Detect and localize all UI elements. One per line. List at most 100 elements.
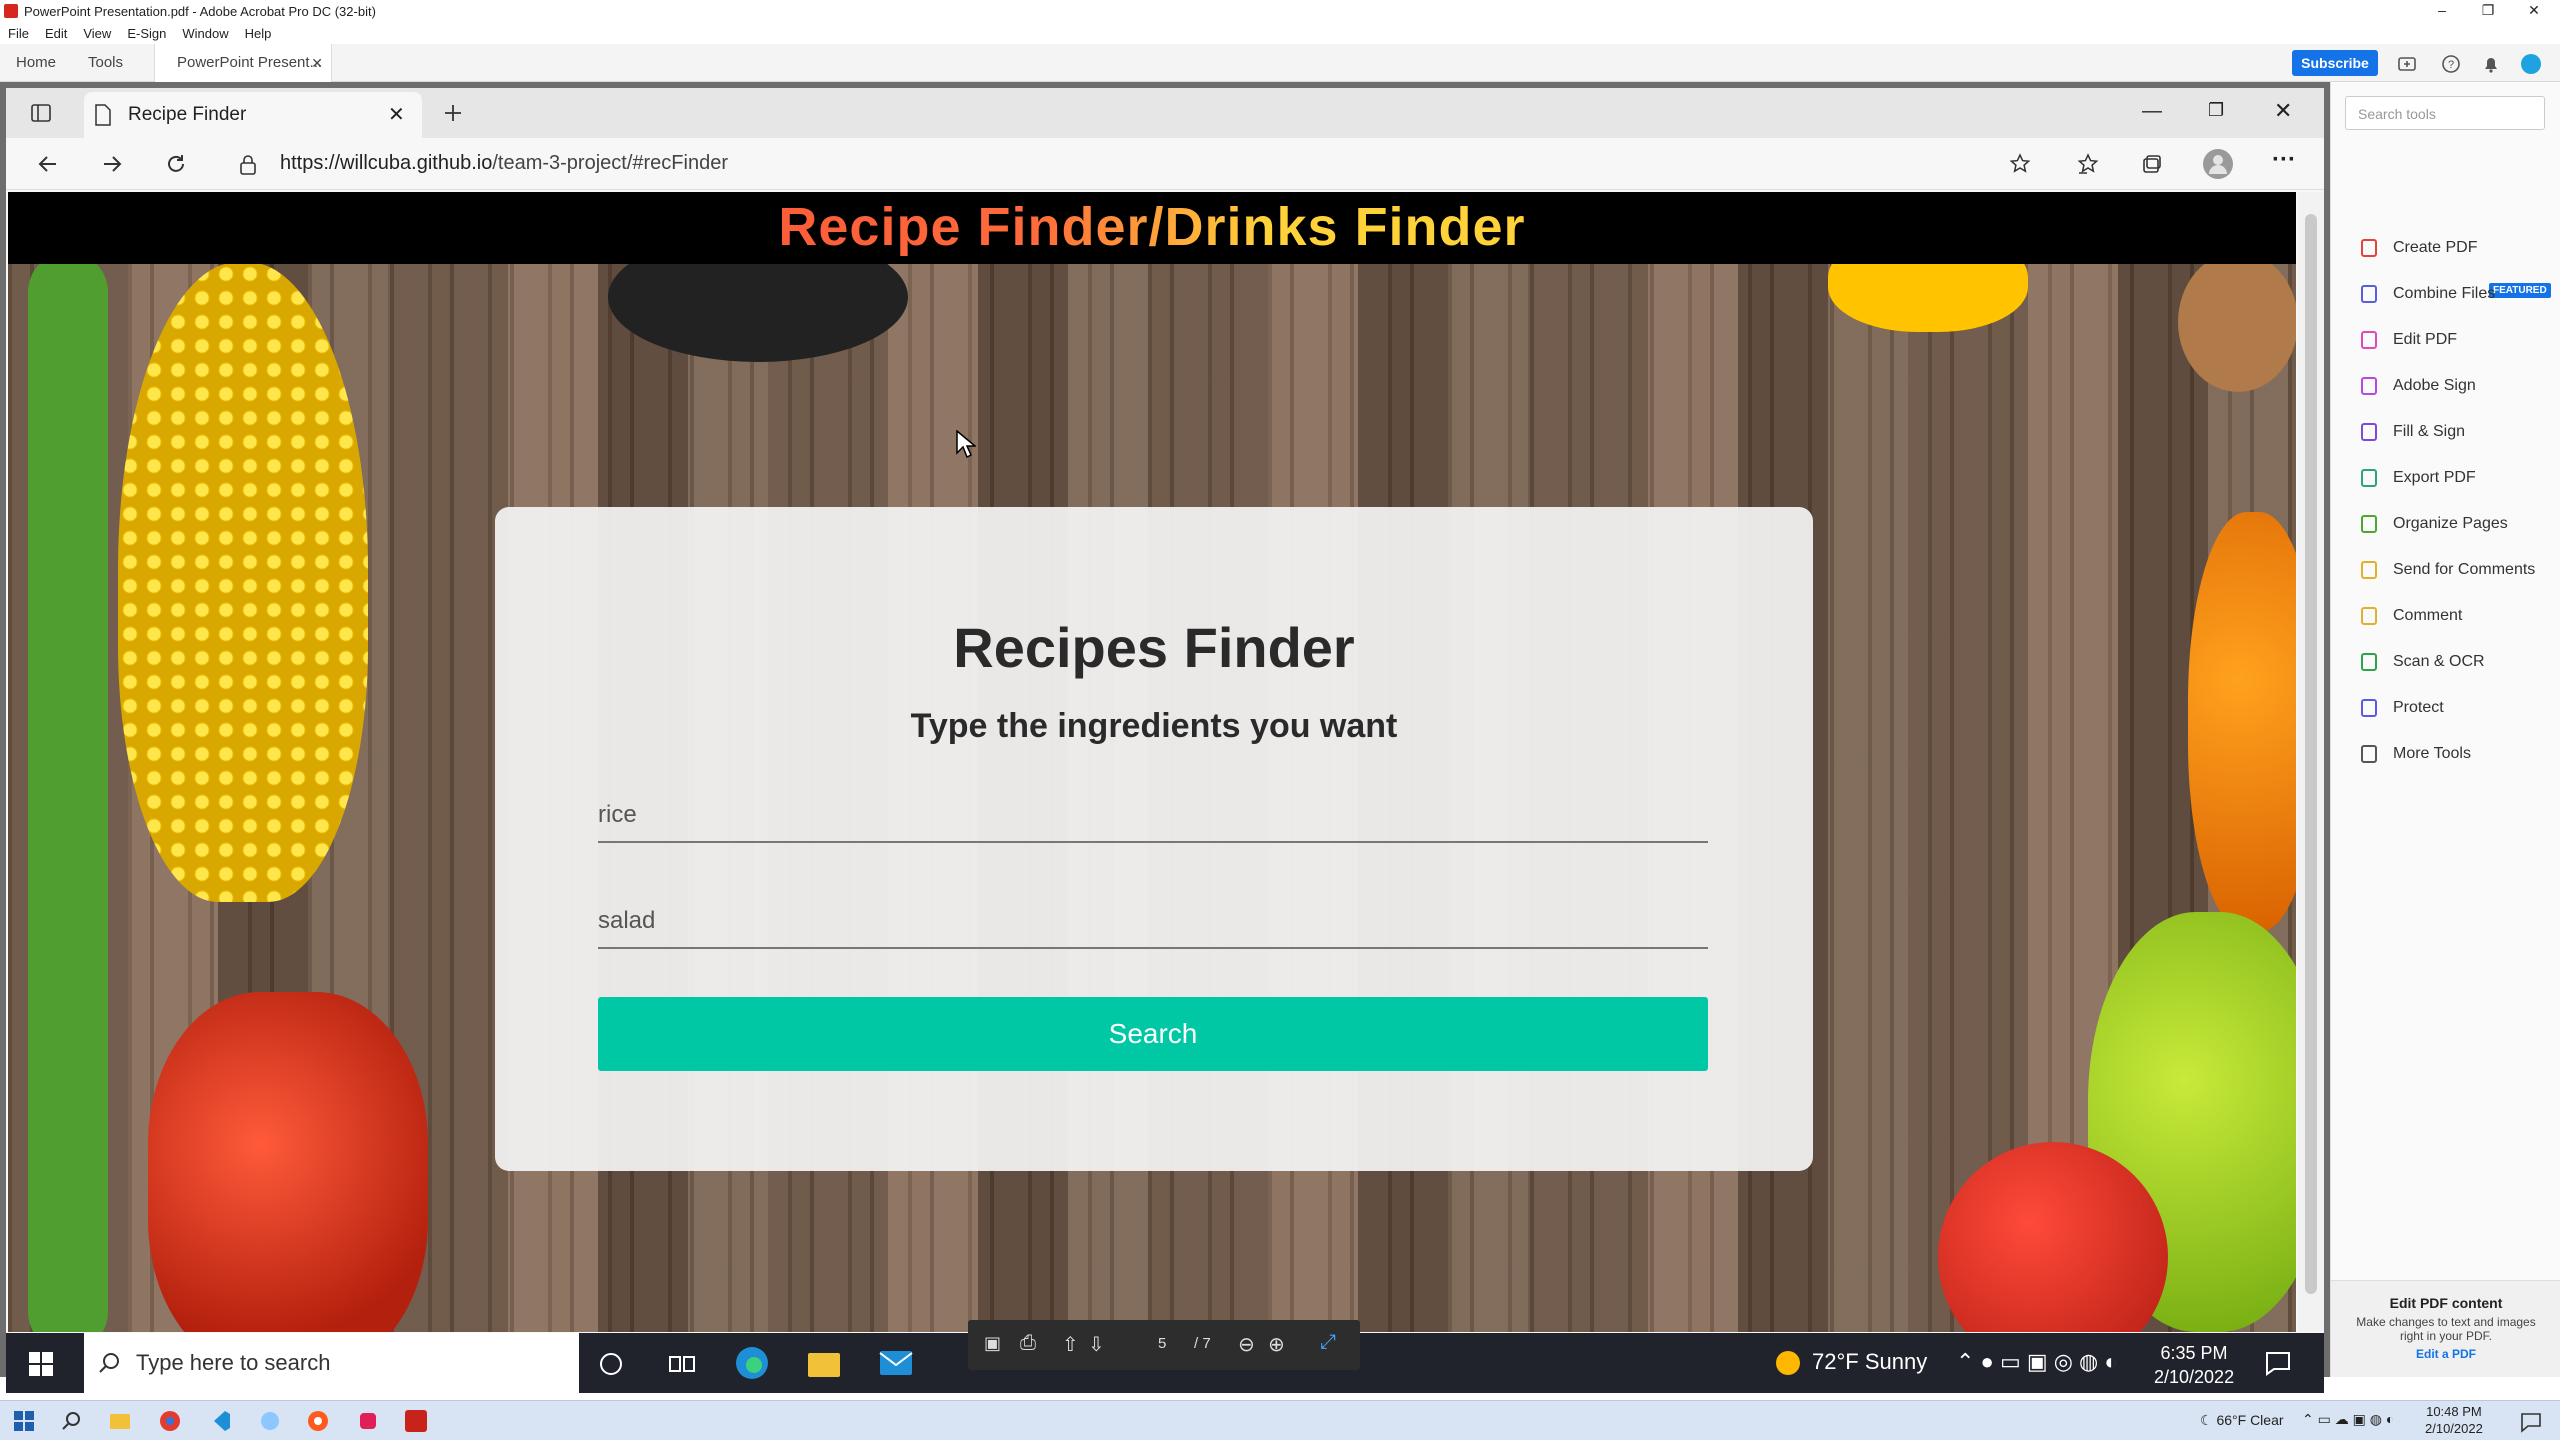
tab-document[interactable]: PowerPoint Present... ✕ xyxy=(154,44,332,82)
url-host: https://willcuba.github.io xyxy=(280,152,493,174)
file-explorer-icon[interactable] xyxy=(108,1409,132,1433)
menu-esign[interactable]: E-Sign xyxy=(127,26,166,41)
add-favorite-icon[interactable] xyxy=(2008,152,2032,176)
edit-pdf-link[interactable]: Edit a PDF xyxy=(2331,1347,2560,1361)
notification-center-icon[interactable] xyxy=(2520,1411,2542,1433)
card-subtitle: Type the ingredients you want xyxy=(910,707,1398,745)
tool-adobe-sign[interactable]: Adobe Sign xyxy=(2359,372,2476,400)
tool-label: Comment xyxy=(2393,607,2463,624)
share-icon[interactable] xyxy=(2396,53,2418,75)
more-tools-icon xyxy=(2361,745,2377,763)
windows-start-icon[interactable] xyxy=(28,1351,54,1377)
acrobat-icon[interactable] xyxy=(404,1409,428,1433)
browser-restore-button[interactable]: ❐ xyxy=(2208,100,2224,121)
new-tab-icon[interactable] xyxy=(442,102,464,124)
slack-icon[interactable] xyxy=(356,1409,380,1433)
menu-window[interactable]: Window xyxy=(182,26,228,41)
zoom-in-icon[interactable]: ⊕ xyxy=(1268,1332,1285,1357)
tool-more-tools[interactable]: More Tools xyxy=(2359,740,2471,768)
menu-file[interactable]: File xyxy=(8,26,29,41)
lock-icon[interactable] xyxy=(238,154,258,176)
windows-taskbar: ☾ 66°F Clear ⌃ ▭ ☁ ▣ ◍ ◐ 10:48 PM 2/10/2… xyxy=(0,1400,2560,1440)
acrobat-logo-icon xyxy=(4,4,18,18)
tool-label: Adobe Sign xyxy=(2393,377,2476,394)
address-bar[interactable]: https://willcuba.github.io/team-3-projec… xyxy=(280,152,728,175)
menu-edit[interactable]: Edit xyxy=(45,26,67,41)
tab-actions-icon[interactable] xyxy=(30,102,52,124)
collections-icon[interactable] xyxy=(2140,152,2164,176)
menu-help[interactable]: Help xyxy=(245,26,272,41)
chrome-icon[interactable] xyxy=(158,1409,182,1433)
tool-create-pdf[interactable]: Create PDF xyxy=(2359,234,2477,262)
search-button[interactable]: Search xyxy=(598,997,1708,1071)
file-explorer-icon[interactable] xyxy=(806,1347,842,1379)
adobe-sign-icon xyxy=(2361,377,2377,395)
fit-page-icon[interactable]: ⤢ xyxy=(1320,1331,1336,1354)
tool-organize-pages[interactable]: Organize Pages xyxy=(2359,510,2508,538)
browser-minimize-button[interactable]: — xyxy=(2142,100,2162,123)
next-page-icon[interactable]: ⇩ xyxy=(1088,1332,1105,1357)
favorites-icon[interactable] xyxy=(2076,152,2100,176)
recorder-icon[interactable] xyxy=(306,1409,330,1433)
combine-files-icon xyxy=(2361,285,2377,303)
save-icon[interactable]: ▣ xyxy=(984,1333,1001,1354)
edge-icon[interactable] xyxy=(734,1345,770,1381)
page-number[interactable]: 5 xyxy=(1158,1335,1166,1352)
tool-combine-files[interactable]: Combine Files xyxy=(2359,280,2495,308)
menu-view[interactable]: View xyxy=(83,26,111,41)
browser-tab[interactable]: Recipe Finder ✕ xyxy=(84,92,422,138)
paint-icon[interactable] xyxy=(258,1409,282,1433)
print-icon[interactable]: ⎙ xyxy=(1020,1332,1036,1355)
task-view-icon[interactable] xyxy=(668,1351,696,1377)
browser-scrollbar[interactable] xyxy=(2298,192,2324,1332)
tool-fill-sign[interactable]: Fill & Sign xyxy=(2359,418,2465,446)
taskbar-clock[interactable]: 6:35 PM 2/10/2022 xyxy=(2154,1341,2234,1389)
avatar[interactable] xyxy=(2520,53,2542,75)
ingredient-input-2[interactable]: salad xyxy=(598,893,1708,949)
vscode-icon[interactable] xyxy=(208,1409,232,1433)
tool-export-pdf[interactable]: Export PDF xyxy=(2359,464,2476,492)
windows-start-icon[interactable] xyxy=(12,1409,36,1433)
system-tray-icons[interactable]: ⌃ ▭ ☁ ▣ ◍ ◐ xyxy=(2302,1411,2394,1428)
tab-tools[interactable]: Tools xyxy=(88,44,123,82)
taskbar-weather[interactable]: 72°F Sunny xyxy=(1776,1349,1927,1376)
protect-icon xyxy=(2361,699,2377,717)
tools-search-input[interactable]: Search tools xyxy=(2345,96,2545,130)
more-options-icon[interactable]: ··· xyxy=(2272,146,2296,174)
refresh-icon[interactable] xyxy=(164,152,188,176)
help-icon[interactable]: ? xyxy=(2440,53,2462,75)
cortana-icon[interactable] xyxy=(598,1351,624,1377)
notifications-icon[interactable] xyxy=(2480,53,2502,75)
tool-edit-pdf[interactable]: Edit PDF xyxy=(2359,326,2457,354)
browser-close-button[interactable]: ✕ xyxy=(2274,98,2292,124)
restore-button[interactable]: ❐ xyxy=(2468,2,2508,20)
search-icon[interactable] xyxy=(60,1409,84,1433)
minimize-button[interactable]: – xyxy=(2422,2,2462,20)
close-tab-icon[interactable]: ✕ xyxy=(311,44,323,82)
close-window-button[interactable]: ✕ xyxy=(2514,2,2554,20)
browser-tab-title: Recipe Finder xyxy=(128,104,247,125)
tool-send-comments[interactable]: Send for Comments xyxy=(2359,556,2535,584)
mail-icon[interactable] xyxy=(878,1347,914,1379)
card-title: Recipes Finder xyxy=(953,616,1355,679)
profile-icon[interactable] xyxy=(2202,148,2234,180)
tool-comment[interactable]: Comment xyxy=(2359,602,2462,630)
scrollbar-thumb[interactable] xyxy=(2305,214,2317,1294)
taskbar-clock[interactable]: 10:48 PM 2/10/2022 xyxy=(2425,1403,2483,1437)
tab-home[interactable]: Home xyxy=(16,44,56,82)
tool-scan-ocr[interactable]: Scan & OCR xyxy=(2359,648,2485,676)
taskbar-weather[interactable]: ☾ 66°F Clear xyxy=(2200,1412,2284,1429)
system-tray-icons[interactable]: ⌃ ● ▭ ▣ ◎ ◍ ◐ xyxy=(1956,1349,2118,1375)
clock-date: 2/10/2022 xyxy=(2154,1367,2235,1387)
notification-center-icon[interactable] xyxy=(2264,1349,2292,1377)
zoom-out-icon[interactable]: ⊖ xyxy=(1238,1332,1255,1357)
close-tab-icon[interactable]: ✕ xyxy=(388,102,405,127)
back-icon[interactable] xyxy=(36,152,60,176)
tool-protect[interactable]: Protect xyxy=(2359,694,2444,722)
sun-icon xyxy=(1776,1351,1800,1376)
ingredient-input-1[interactable]: rice xyxy=(598,787,1708,843)
forward-icon[interactable] xyxy=(100,152,124,176)
previous-page-icon[interactable]: ⇧ xyxy=(1062,1332,1079,1357)
taskbar-search-box[interactable]: Type here to search xyxy=(84,1333,579,1393)
subscribe-button[interactable]: Subscribe xyxy=(2292,50,2378,76)
